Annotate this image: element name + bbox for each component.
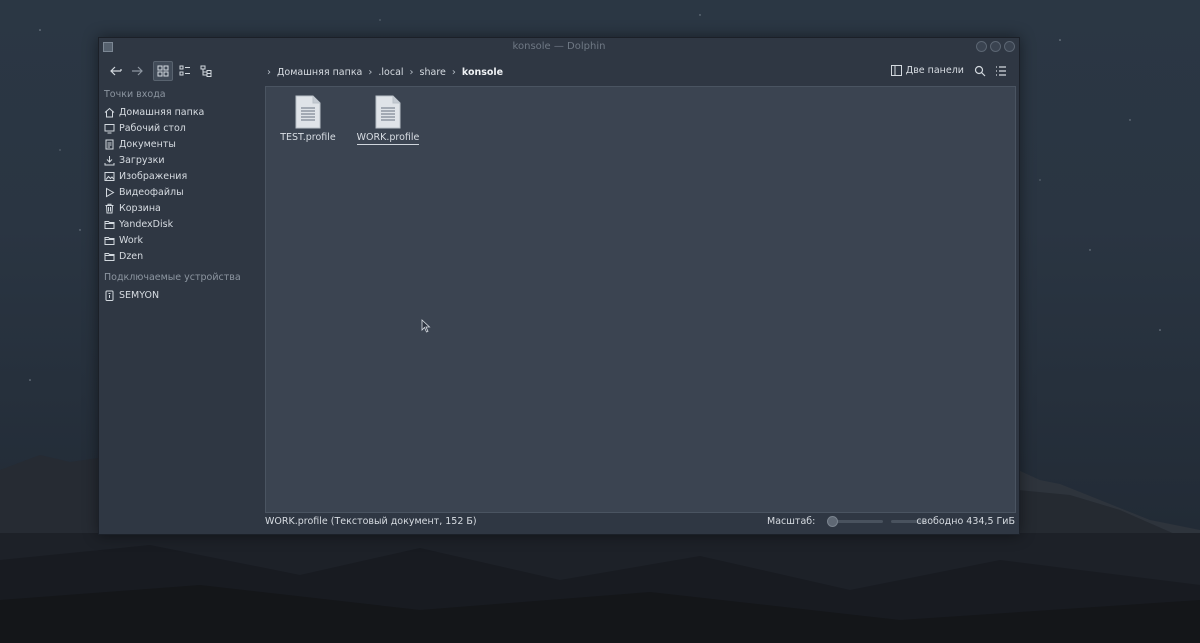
image-icon <box>104 171 115 181</box>
sidebar-item-label: Корзина <box>119 202 161 214</box>
file-item[interactable]: TEST.profile <box>268 95 348 144</box>
details-view-button[interactable] <box>196 61 216 81</box>
text-file-icon <box>375 95 401 129</box>
sidebar-item-home[interactable]: Домашняя папка <box>104 105 204 119</box>
sidebar-item-label: Документы <box>119 138 176 150</box>
arrow-right-icon <box>132 66 143 76</box>
sidebar-item-images[interactable]: Изображения <box>104 169 187 183</box>
download-icon <box>104 155 115 165</box>
tree-icon <box>200 65 212 77</box>
sidebar-item-work[interactable]: Work <box>104 233 143 247</box>
forward-button[interactable] <box>127 61 147 81</box>
zoom-slider-handle[interactable] <box>827 516 838 527</box>
sidebar-item-label: YandexDisk <box>119 218 174 230</box>
maximize-button[interactable] <box>990 41 1001 52</box>
folder-icon <box>104 252 115 261</box>
trash-icon <box>105 203 114 213</box>
sidebar-item-trash[interactable]: Корзина <box>104 201 161 215</box>
zoom-label: Масштаб: <box>767 516 816 527</box>
devices-heading: Подключаемые устройства <box>104 272 241 283</box>
back-button[interactable] <box>106 61 126 81</box>
status-bar: WORK.profile (Текстовый документ, 152 Б)… <box>265 514 1015 530</box>
window-title: konsole — Dolphin <box>512 41 606 52</box>
dolphin-window: konsole — Dolphin › Домашняя папка › .lo… <box>98 37 1020 535</box>
search-icon <box>974 65 986 77</box>
breadcrumb: › Домашняя папка › .local › share › kons… <box>267 65 503 79</box>
menu-button[interactable] <box>991 61 1011 81</box>
breadcrumb-share[interactable]: share <box>420 67 446 78</box>
sidebar-item-yandexdisk[interactable]: YandexDisk <box>104 217 173 231</box>
title-bar[interactable]: konsole — Dolphin <box>99 38 1019 55</box>
file-name: TEST.profile <box>280 132 336 143</box>
chevron-right-icon: › <box>409 66 414 78</box>
selection-info: WORK.profile (Текстовый документ, 152 Б) <box>265 516 477 527</box>
sidebar-item-label: Рабочий стол <box>119 122 186 134</box>
sidebar-item-videos[interactable]: Видеофайлы <box>104 185 184 199</box>
video-icon <box>106 187 115 197</box>
sidebar-item-label: SEMYON <box>119 289 160 301</box>
breadcrumb-konsole[interactable]: konsole <box>462 67 503 78</box>
chevron-right-icon: › <box>451 66 456 78</box>
text-file-icon <box>295 95 321 129</box>
file-view[interactable]: TEST.profile WORK.profile <box>265 86 1016 513</box>
sidebar-item-downloads[interactable]: Загрузки <box>104 153 165 167</box>
free-space: свободно 434,5 ГиБ <box>916 516 1015 527</box>
places-panel: Точки входа Домашняя папка Рабочий стол … <box>99 87 262 514</box>
compact-view-button[interactable] <box>175 61 195 81</box>
sidebar-item-label: Изображения <box>119 170 188 182</box>
icons-view-button[interactable] <box>153 61 173 81</box>
file-item-selected[interactable]: WORK.profile <box>348 95 428 145</box>
sidebar-item-label: Видеофайлы <box>119 186 184 198</box>
chevron-right-icon: › <box>267 66 271 78</box>
sidebar-item-desktop[interactable]: Рабочий стол <box>104 121 186 135</box>
sidebar-item-label: Work <box>119 234 144 246</box>
sidebar-item-dzen[interactable]: Dzen <box>104 249 143 263</box>
chevron-right-icon: › <box>368 66 373 78</box>
sidebar-item-label: Dzen <box>119 250 144 262</box>
breadcrumb-home[interactable]: Домашняя папка <box>277 67 362 78</box>
dual-panel-label: Две панели <box>905 65 964 76</box>
desktop-icon <box>104 123 115 133</box>
sidebar-item-label: Загрузки <box>119 154 165 166</box>
close-button[interactable] <box>1004 41 1015 52</box>
split-view-icon <box>890 65 902 76</box>
sidebar-item-semyon[interactable]: SEMYON <box>104 288 159 302</box>
home-icon <box>104 107 115 117</box>
sidebar-item-label: Домашняя папка <box>119 106 205 118</box>
dual-panel-button[interactable]: Две панели <box>890 65 964 76</box>
file-name: WORK.profile <box>356 132 420 145</box>
mouse-pointer-icon <box>421 319 431 333</box>
list-icon <box>179 65 190 76</box>
toolbar: › Домашняя папка › .local › share › kons… <box>99 55 1019 87</box>
sidebar-item-documents[interactable]: Документы <box>104 137 176 151</box>
places-heading: Точки входа <box>104 89 166 100</box>
search-button[interactable] <box>970 61 990 81</box>
folder-icon <box>104 220 115 229</box>
folder-icon <box>104 236 115 245</box>
document-icon <box>105 139 114 149</box>
minimize-button[interactable] <box>976 41 987 52</box>
arrow-left-icon <box>110 66 122 76</box>
usb-drive-icon <box>105 290 114 301</box>
hamburger-menu-icon <box>996 66 1006 76</box>
grid-icon <box>157 65 169 77</box>
breadcrumb-local[interactable]: .local <box>378 67 403 78</box>
